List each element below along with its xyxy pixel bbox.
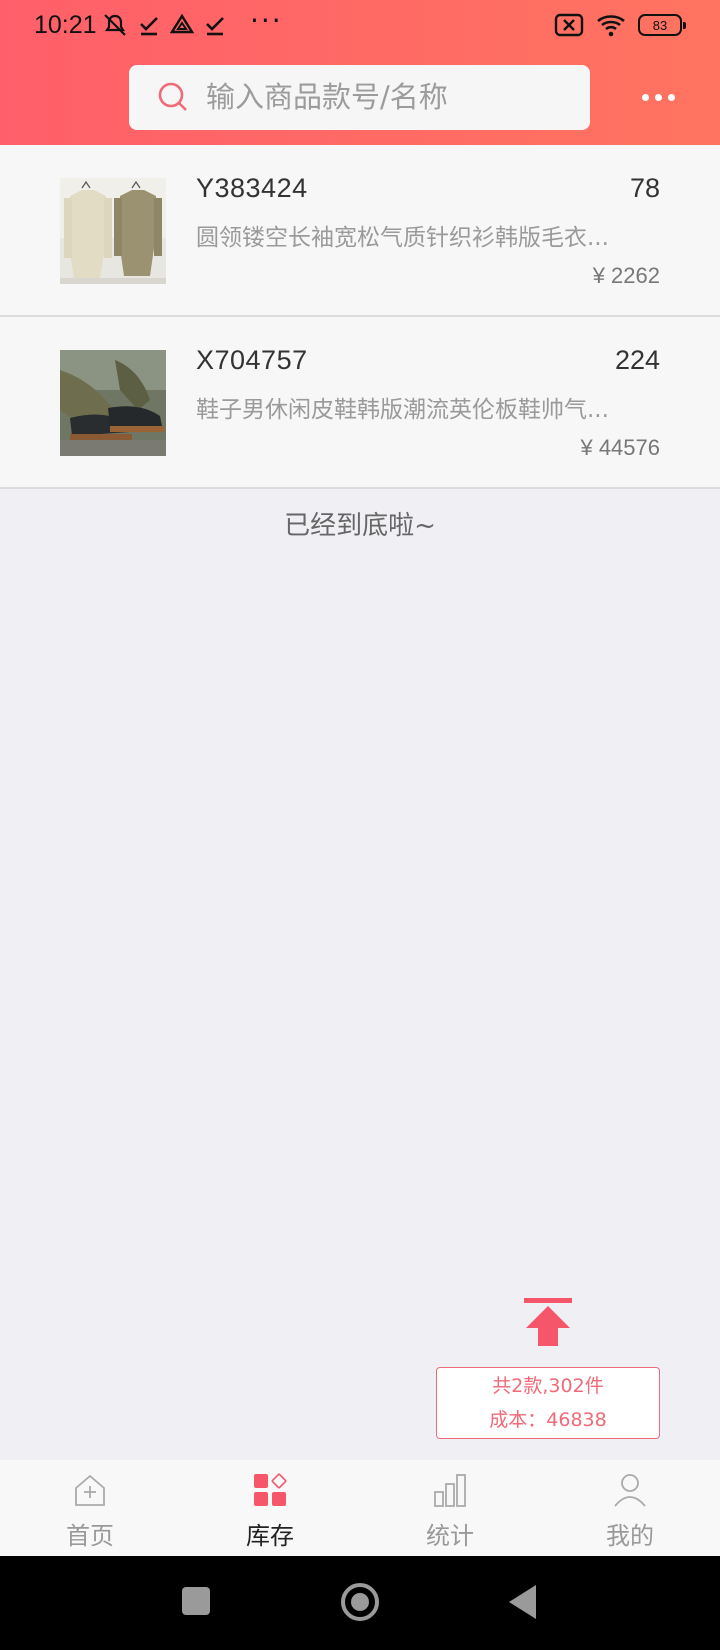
product-image (60, 178, 166, 284)
product-price: ¥ 44576 (580, 435, 660, 460)
search-input[interactable]: 输入商品款号/名称 (206, 65, 448, 130)
back-button[interactable] (509, 1585, 536, 1619)
home-icon (75, 1474, 105, 1506)
inventory-summary: 共2款,302件 成本：46838 (436, 1367, 660, 1439)
product-description: 圆领镂空长袖宽松气质针织衫韩版毛衣... (196, 225, 609, 251)
tab-profile[interactable]: 我的 (540, 1460, 720, 1556)
status-time: 10:21 (34, 11, 97, 39)
search-bar[interactable]: 输入商品款号/名称 (129, 65, 590, 130)
recent-apps-button[interactable] (182, 1587, 210, 1615)
product-item[interactable]: X704757 224 鞋子男休闲皮鞋韩版潮流英伦板鞋帅气... ¥ 44576 (0, 317, 720, 489)
status-notification-icons (102, 12, 226, 38)
product-price: ¥ 2262 (592, 263, 660, 288)
check-icon (140, 17, 158, 36)
drive-icon (170, 13, 194, 34)
wifi-icon (597, 15, 625, 37)
status-bar: 10:21 ··· 83 (0, 0, 720, 56)
more-icon (642, 93, 649, 101)
tab-stats[interactable]: 统计 (360, 1460, 540, 1556)
product-quantity: 224 (614, 345, 660, 375)
tab-label: 我的 (606, 1522, 654, 1550)
tab-label: 首页 (66, 1522, 114, 1550)
sim-off-icon (554, 13, 584, 37)
summary-count: 共2款,302件 (492, 1375, 604, 1397)
home-button[interactable] (341, 1583, 379, 1621)
tab-label: 统计 (426, 1522, 474, 1550)
product-description: 鞋子男休闲皮鞋韩版潮流英伦板鞋帅气... (196, 397, 609, 423)
back-to-top-icon[interactable] (524, 1298, 572, 1348)
battery-icon: 83 (638, 14, 686, 36)
bottom-tab-bar: 首页 库存 统计 我的 (0, 1460, 720, 1556)
profile-icon (614, 1474, 646, 1507)
product-item[interactable]: Y383424 78 圆领镂空长袖宽松气质针织衫韩版毛衣... ¥ 2262 (0, 145, 720, 317)
summary-cost: 成本：46838 (489, 1409, 607, 1431)
app-header: 10:21 ··· 83 输入商品款号/名称 (0, 0, 720, 145)
inventory-icon (254, 1473, 287, 1506)
tab-inventory[interactable]: 库存 (180, 1460, 360, 1556)
product-quantity: 78 (629, 173, 660, 203)
product-list: Y383424 78 圆领镂空长袖宽松气质针织衫韩版毛衣... ¥ 2262 X… (0, 145, 720, 489)
tab-home[interactable]: 首页 (0, 1460, 180, 1556)
stats-icon (434, 1474, 466, 1507)
status-system-icons: 83 (554, 13, 686, 37)
end-of-list-text: 已经到底啦~ (284, 511, 436, 541)
tab-label: 库存 (246, 1522, 294, 1550)
check-icon (206, 17, 224, 36)
product-code: Y383424 (196, 173, 308, 203)
mute-icon (104, 14, 126, 36)
system-nav-bar (0, 1556, 720, 1650)
more-menu-button[interactable] (642, 82, 678, 112)
search-icon (158, 82, 187, 111)
more-notifications-icon: ··· (250, 4, 283, 37)
product-code: X704757 (196, 345, 308, 375)
product-image (60, 350, 166, 456)
